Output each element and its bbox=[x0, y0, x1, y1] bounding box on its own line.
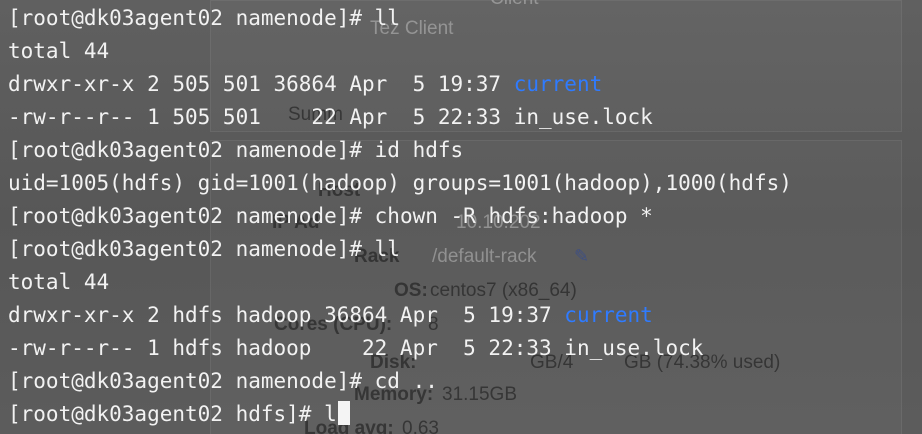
directory-name: current bbox=[513, 72, 603, 96]
output-text: -rw-r--r-- 1 hdfs hadoop 22 Apr 5 22:33 … bbox=[8, 336, 704, 360]
output-text: -rw-r--r-- 1 505 501 22 Apr 5 22:33 in_u… bbox=[8, 105, 653, 129]
output-text: uid=1005(hdfs) gid=1001(hadoop) groups=1… bbox=[8, 171, 792, 195]
output-text: drwxr-xr-x 2 hdfs hadoop 36864 Apr 5 19:… bbox=[8, 303, 565, 327]
terminal-output-line: -rw-r--r-- 1 505 501 22 Apr 5 22:33 in_u… bbox=[8, 101, 653, 133]
terminal-output-line: -rw-r--r-- 1 hdfs hadoop 22 Apr 5 22:33 … bbox=[8, 332, 703, 364]
terminal-output-line: total 44 bbox=[8, 35, 109, 67]
shell-prompt: [root@dk03agent02 namenode]# bbox=[8, 204, 375, 228]
shell-prompt: [root@dk03agent02 namenode]# bbox=[8, 6, 375, 30]
shell-command: id hdfs bbox=[374, 138, 464, 162]
terminal-command-line: [root@dk03agent02 hdfs]# l bbox=[8, 398, 350, 430]
output-text: drwxr-xr-x 2 505 501 36864 Apr 5 19:37 bbox=[8, 72, 514, 96]
shell-prompt: [root@dk03agent02 hdfs]# bbox=[8, 402, 325, 426]
output-text: total 44 bbox=[8, 39, 110, 63]
shell-command: chown -R hdfs:hadoop * bbox=[374, 204, 653, 228]
text-cursor bbox=[337, 401, 350, 425]
terminal-screenshot: Client Tez Client Summ Host IP Ad 10.10.… bbox=[0, 0, 922, 434]
shell-prompt: [root@dk03agent02 namenode]# bbox=[8, 237, 375, 261]
shell-command: ll bbox=[374, 6, 400, 30]
shell-command: ll bbox=[374, 237, 400, 261]
shell-command: cd .. bbox=[374, 369, 438, 393]
terminal-output-line: drwxr-xr-x 2 hdfs hadoop 36864 Apr 5 19:… bbox=[8, 299, 653, 331]
terminal-command-line: [root@dk03agent02 namenode]# cd .. bbox=[8, 365, 438, 397]
terminal-output-line: uid=1005(hdfs) gid=1001(hadoop) groups=1… bbox=[8, 167, 792, 199]
terminal-command-line: [root@dk03agent02 namenode]# chown -R hd… bbox=[8, 200, 653, 232]
terminal-output-line: drwxr-xr-x 2 505 501 36864 Apr 5 19:37 c… bbox=[8, 68, 602, 100]
shell-command: l bbox=[324, 402, 337, 426]
terminal-output[interactable]: [root@dk03agent02 namenode]# ll total 44 d… bbox=[8, 0, 918, 434]
terminal-command-line: [root@dk03agent02 namenode]# ll bbox=[8, 233, 400, 265]
directory-name: current bbox=[564, 303, 653, 327]
terminal-command-line: [root@dk03agent02 namenode]# ll bbox=[8, 2, 400, 34]
shell-prompt: [root@dk03agent02 namenode]# bbox=[8, 138, 375, 162]
terminal-output-line: total 44 bbox=[8, 266, 109, 298]
shell-prompt: [root@dk03agent02 namenode]# bbox=[8, 369, 375, 393]
terminal-command-line: [root@dk03agent02 namenode]# id hdfs bbox=[8, 134, 463, 166]
output-text: total 44 bbox=[8, 270, 110, 294]
